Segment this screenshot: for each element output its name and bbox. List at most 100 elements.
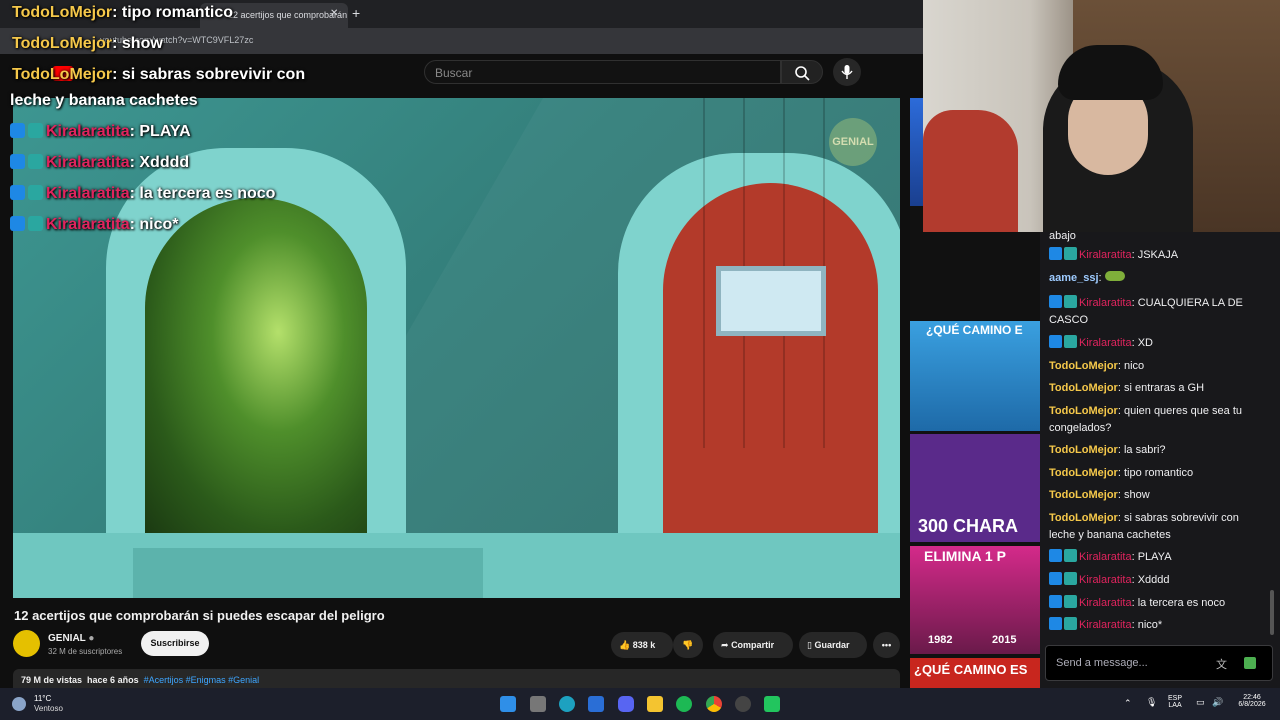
description-box[interactable]: 79 M de vistas hace 6 años #Acertijos #E… [13,669,900,689]
like-button[interactable]: 👍 838 k [611,632,673,658]
hashtags: #Acertijos #Enigmas #Genial [143,675,260,685]
badge-icon [1064,247,1077,260]
chat-message: Kiralaratita: PLAYA [1049,549,1271,566]
search-placeholder: Buscar [435,66,473,80]
badge-icon [28,216,43,231]
new-tab-icon[interactable]: + [352,5,360,21]
clock[interactable]: 22:46 6/8/2026 [1232,694,1272,708]
badge-icon [1064,595,1077,608]
overlay-line: Kiralaratita: nico* [10,216,178,234]
emote-picker-icon[interactable] [1244,657,1256,669]
thumbnail-year: 2015 [992,634,1017,646]
overlay-line: Kiralaratita: PLAYA [10,123,191,141]
chat-message: Kiralaratita: Xdddd [1049,572,1271,589]
folder-icon[interactable] [647,696,663,712]
network-icon[interactable]: ▭ [1196,697,1205,708]
mic-button[interactable] [833,58,861,86]
chat-message: Kiralaratita: la tercera es noco [1049,595,1271,612]
chat-input-placeholder: Send a message... [1056,657,1148,669]
channel-subscribers: 32 M de suscriptores [48,647,123,656]
chat-message: TodoLoMejor: si sabras sobrevivir con [1049,512,1239,524]
kick-icon[interactable] [764,696,780,712]
badge-icon [1049,295,1062,308]
language-indicator[interactable]: ESP LAA [1168,695,1182,709]
screen: 12 acertijos que comprobarán ✕ + youtube… [0,0,1280,720]
person-background [923,110,1018,232]
channel-watermark: GENIAL [829,118,877,166]
badge-icon [1049,617,1062,630]
stone-step [133,548,483,598]
badge-icon [10,154,25,169]
badge-icon [1064,617,1077,630]
thumbnail-text: ELIMINA 1 P [924,548,1006,564]
start-icon[interactable] [500,696,516,712]
tab-close-icon[interactable]: ✕ [330,8,338,19]
chat-message: Kiralaratita: nico* [1049,617,1271,634]
chat-scrollbar[interactable] [1270,590,1274,635]
chevron-up-icon[interactable]: ⌃ [1124,698,1132,709]
taskbar [0,688,1280,720]
share-button[interactable]: ➦ Compartir [713,632,793,658]
badge-icon [28,185,43,200]
badge-icon [1049,335,1062,348]
webcam-feed [923,0,1280,232]
chat-input[interactable]: Send a message... 文 [1045,645,1273,681]
mail-icon[interactable] [588,696,604,712]
more-icon: ••• [881,640,892,650]
video-title: 12 acertijos que comprobarán si puedes e… [14,608,385,623]
thumbs-up-icon: 👍 [619,640,631,650]
discord-icon[interactable] [618,696,634,712]
chat-panel: abajo Kiralaratita: JSKAJA aame_ssj: Kir… [1040,230,1280,688]
badge-icon [10,123,25,138]
badge-icon [1049,595,1062,608]
microphone-tray-icon[interactable]: 🎙 [1146,697,1157,708]
badge-icon [1064,295,1077,308]
video-player[interactable]: GENIAL [13,98,900,598]
thumbnail[interactable]: ¿QUÉ CAMINO ES [910,658,1040,688]
thumbnail[interactable]: ¿QUÉ CAMINO E [910,321,1040,431]
weather-temp: 11°C [34,694,52,703]
channel-avatar[interactable] [13,630,40,657]
spotify-icon[interactable] [676,696,692,712]
translate-icon[interactable]: 文 [1216,656,1227,672]
weather-icon[interactable] [12,697,26,711]
chat-message: TodoLoMejor: la sabri? [1049,444,1166,456]
chat-message: Kiralaratita: CUALQUIERA LA DE [1049,295,1271,312]
search-button[interactable] [781,60,823,84]
chat-message: abajo [1049,230,1076,242]
badge-icon [1049,572,1062,585]
badge-icon [1049,247,1062,260]
badge-icon [10,185,25,200]
badge-icon [1064,335,1077,348]
task-view-icon[interactable] [530,696,546,712]
chat-message: TodoLoMejor: show [1049,489,1150,501]
volume-icon[interactable]: 🔊 [1212,697,1223,708]
upload-age: hace 6 años [87,675,139,685]
share-icon: ➦ [721,640,729,650]
dislike-button[interactable]: 👎 [673,632,703,658]
obs-icon[interactable] [735,696,751,712]
chat-message: leche y banana cachetes [1049,529,1171,541]
more-button[interactable]: ••• [873,632,900,658]
overlay-line: Kiralaratita: la tercera es noco [10,185,275,203]
chrome-icon[interactable] [706,696,722,712]
mic-icon [841,65,853,79]
thumbnail[interactable]: ELIMINA 1 P 1982 2015 [910,546,1040,654]
badge-icon [28,154,43,169]
jungle-scene [145,198,367,533]
search-input[interactable]: Buscar [424,60,781,84]
channel-name[interactable]: GENIAL ● [48,633,94,644]
thumbnail-year: 1982 [928,634,953,646]
badge-icon [28,123,43,138]
chat-message: CASCO [1049,314,1089,326]
edge-icon[interactable] [559,696,575,712]
chat-message: TodoLoMejor: tipo romantico [1049,467,1194,479]
overlay-line: TodoLoMejor: si sabras sobrevivir con [12,66,306,83]
save-button[interactable]: ▯ Guardar [799,632,867,658]
view-count: 79 M de vistas [21,675,83,685]
chat-message: TodoLoMejor: si entraras a GH [1049,382,1205,394]
badge-icon [1049,549,1062,562]
thumbnail[interactable]: 300 CHARA [910,434,1040,542]
subscribe-button[interactable]: Suscribirse [141,631,209,656]
bookmark-icon: ▯ [807,640,812,650]
